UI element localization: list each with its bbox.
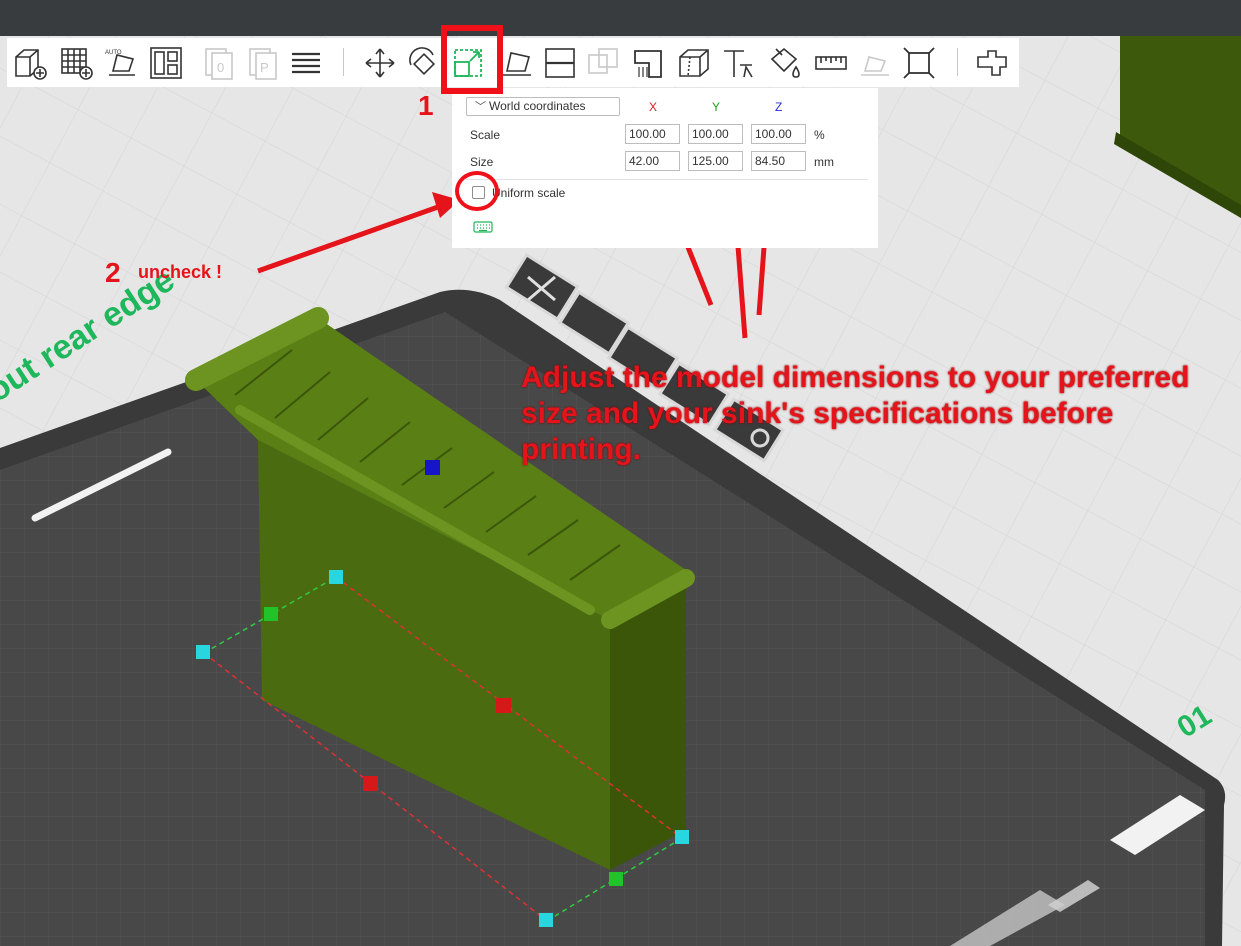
scale-row-label: Scale bbox=[470, 128, 501, 142]
arrange-icon[interactable] bbox=[148, 45, 184, 81]
axis-z-label: Z bbox=[775, 100, 783, 114]
support-paint-icon[interactable] bbox=[631, 45, 667, 81]
coordinate-system-dropdown[interactable]: ﹀ World coordinates bbox=[466, 97, 620, 116]
gizmo-corner bbox=[329, 570, 343, 584]
annotation-highlight-circle bbox=[455, 171, 499, 211]
gizmo-corner bbox=[196, 645, 210, 659]
size-y-input[interactable]: 125.00 bbox=[688, 151, 743, 171]
annotation-instruction: Adjust the model dimensions to your pref… bbox=[521, 361, 1190, 466]
measure-icon[interactable] bbox=[813, 45, 849, 81]
panel-divider bbox=[466, 179, 868, 180]
gizmo-y-handle bbox=[609, 872, 623, 886]
text-icon[interactable] bbox=[720, 45, 756, 81]
gizmo-z-handle bbox=[425, 460, 440, 475]
annotation-step-2: 2 bbox=[105, 257, 121, 288]
scale-y-input[interactable]: 100.00 bbox=[688, 124, 743, 144]
toolbar-separator bbox=[957, 48, 958, 76]
gizmo-x-handle bbox=[363, 776, 378, 791]
add-object-icon[interactable] bbox=[12, 45, 48, 81]
size-unit: mm bbox=[814, 155, 834, 169]
rotate-icon[interactable] bbox=[405, 45, 441, 81]
paste-icon[interactable]: P bbox=[246, 45, 282, 81]
add-plate-icon[interactable] bbox=[58, 45, 94, 81]
cut-icon[interactable] bbox=[542, 45, 578, 81]
assembly-icon[interactable] bbox=[857, 45, 893, 81]
gizmo-y-handle bbox=[264, 607, 278, 621]
chevron-down-icon: ﹀ bbox=[475, 101, 486, 113]
seam-paint-icon[interactable] bbox=[676, 45, 712, 81]
keyboard-icon[interactable] bbox=[473, 221, 493, 233]
axis-y-label: Y bbox=[712, 100, 721, 114]
coordinate-system-value: World coordinates bbox=[489, 99, 586, 113]
size-z-input[interactable]: 84.50 bbox=[751, 151, 806, 171]
annotation-step-1: 1 bbox=[418, 90, 434, 121]
gizmo-corner bbox=[675, 830, 689, 844]
boolean-icon[interactable] bbox=[585, 45, 621, 81]
move-icon[interactable] bbox=[362, 45, 398, 81]
color-paint-icon[interactable] bbox=[766, 45, 802, 81]
size-x-input[interactable]: 42.00 bbox=[625, 151, 680, 171]
size-row-label: Size bbox=[470, 155, 494, 169]
main-toolbar: AUTO 0 P bbox=[7, 38, 1019, 87]
copy-icon[interactable]: 0 bbox=[202, 45, 238, 81]
scale-unit: % bbox=[814, 128, 825, 142]
auto-orient-icon[interactable]: AUTO bbox=[103, 45, 139, 81]
svg-text:AUTO: AUTO bbox=[105, 50, 122, 56]
scale-x-input[interactable]: 100.00 bbox=[625, 124, 680, 144]
svg-text:P: P bbox=[260, 60, 269, 75]
fit-icon[interactable] bbox=[901, 45, 937, 81]
scale-z-input[interactable]: 100.00 bbox=[751, 124, 806, 144]
lay-on-face-icon[interactable] bbox=[499, 45, 535, 81]
axis-x-label: X bbox=[649, 100, 658, 114]
svg-text:0: 0 bbox=[217, 60, 224, 75]
annotation-uncheck-text: uncheck ! bbox=[138, 262, 223, 282]
layers-list-icon[interactable] bbox=[288, 45, 324, 81]
title-bar bbox=[0, 0, 1241, 36]
gizmo-x-handle bbox=[496, 698, 511, 713]
scale-panel: ﹀ World coordinates X Y Z Scale 100.00 10… bbox=[452, 88, 878, 248]
uniform-scale-label: Uniform scale bbox=[492, 186, 566, 200]
gizmo-corner bbox=[539, 913, 553, 927]
toolbar-separator bbox=[343, 48, 344, 76]
annotation-highlight-box bbox=[441, 25, 503, 94]
split-icon[interactable] bbox=[974, 45, 1010, 81]
